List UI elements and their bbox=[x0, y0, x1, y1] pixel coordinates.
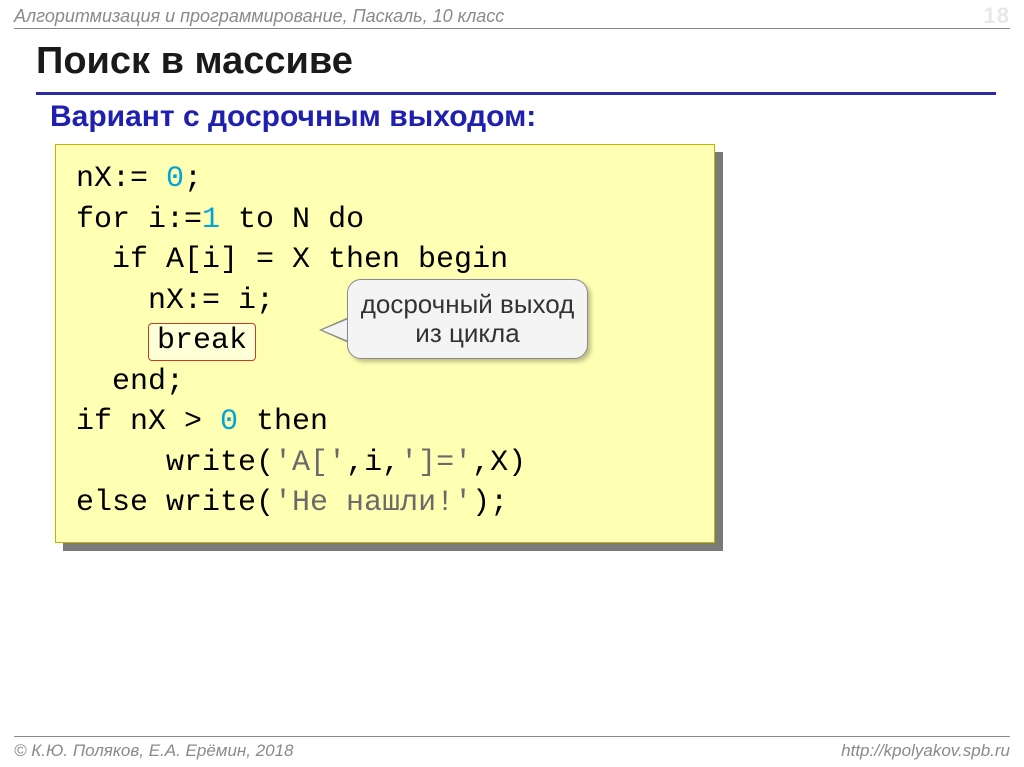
code-l8e: ,X) bbox=[472, 446, 526, 480]
code-l2a: for i:= bbox=[76, 203, 202, 237]
footer-spacer bbox=[294, 741, 842, 761]
slide-footer: © К.Ю. Поляков, Е.А. Ерёмин, 2018 http:/… bbox=[14, 741, 1010, 761]
code-l8a: write( bbox=[76, 446, 274, 480]
code-l9c: ); bbox=[472, 486, 508, 520]
code-l4: nX:= i; bbox=[76, 284, 274, 318]
code-l9a: else write( bbox=[76, 486, 274, 520]
code-l7-num: 0 bbox=[220, 405, 238, 439]
footer-url: http://kpolyakov.spb.ru bbox=[841, 741, 1010, 761]
code-l2c: to N do bbox=[220, 203, 364, 237]
code-l1c: ; bbox=[184, 162, 202, 196]
code-l9-str: 'Не нашли!' bbox=[274, 486, 472, 520]
slide-header: Алгоритмизация и программирование, Паска… bbox=[0, 0, 1024, 29]
callout-bubble: досрочный выход из цикла bbox=[347, 279, 588, 359]
code-l7a: if nX > bbox=[76, 405, 220, 439]
code-l1-num: 0 bbox=[166, 162, 184, 196]
footer-authors: © К.Ю. Поляков, Е.А. Ерёмин, 2018 bbox=[14, 741, 294, 761]
code-l2-num: 1 bbox=[202, 203, 220, 237]
break-keyword-box: break bbox=[148, 323, 256, 361]
code-l3: if A[i] = X then begin bbox=[76, 243, 508, 277]
code-l8-str1: 'A[' bbox=[274, 446, 346, 480]
code-l7c: then bbox=[238, 405, 328, 439]
code-l8-str2: ']=' bbox=[400, 446, 472, 480]
slide-title: Поиск в массиве bbox=[36, 40, 353, 83]
subject-text: Алгоритмизация и программирование, Паска… bbox=[14, 6, 504, 27]
page-number: 18 bbox=[984, 3, 1010, 29]
footer-rule bbox=[14, 736, 1010, 737]
code-l6: end; bbox=[76, 365, 184, 399]
code-l1a: nX:= bbox=[76, 162, 166, 196]
code-l5-prefix bbox=[76, 324, 148, 358]
slide-subtitle: Вариант с досрочным выходом: bbox=[50, 100, 536, 134]
title-rule bbox=[36, 92, 996, 95]
code-l8c: ,i, bbox=[346, 446, 400, 480]
slide: Алгоритмизация и программирование, Паска… bbox=[0, 0, 1024, 767]
header-rule bbox=[14, 28, 1010, 29]
